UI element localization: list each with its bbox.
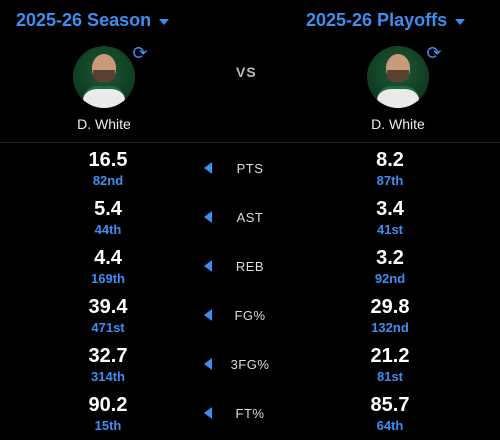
player-photo	[73, 46, 135, 108]
chevron-down-icon	[159, 18, 170, 25]
right-stat-rank: 132nd	[371, 320, 409, 335]
left-stat-value: 90.2	[88, 394, 128, 416]
refresh-icon[interactable]: ⟳	[131, 44, 149, 62]
left-stat-rank: 44th	[94, 222, 122, 237]
right-stat-value: 21.2	[370, 345, 410, 367]
stat-row-ft-pct: 90.2 15th FT% 85.7 64th	[0, 390, 500, 439]
header-divider	[0, 142, 500, 143]
left-player-name: D. White	[77, 116, 131, 132]
left-player-card[interactable]: ⟳ D. White	[34, 44, 174, 132]
caret-left-icon[interactable]	[204, 260, 212, 272]
refresh-icon[interactable]: ⟳	[425, 44, 443, 62]
right-stat-value: 29.8	[370, 296, 410, 318]
caret-left-icon[interactable]	[204, 358, 212, 370]
stat-label: FG%	[234, 308, 266, 323]
right-player-avatar[interactable]: ⟳	[357, 44, 442, 108]
stat-label: AST	[236, 210, 264, 225]
left-stat-value: 4.4	[94, 247, 122, 269]
comparison-header: 2025-26 Season 2025-26 Playoffs ⟳ D. Whi…	[0, 0, 500, 140]
stat-row-pts: 16.5 82nd PTS 8.2 87th	[0, 145, 500, 194]
right-stat-value: 8.2	[376, 149, 404, 171]
left-stat-rank: 169th	[91, 271, 125, 286]
right-stat-rank: 92nd	[374, 271, 406, 286]
stat-label: REB	[235, 259, 265, 274]
right-stat-rank: 64th	[376, 418, 404, 433]
left-season-dropdown[interactable]: 2025-26 Season	[16, 10, 170, 31]
stat-row-ast: 5.4 44th AST 3.4 41st	[0, 194, 500, 243]
caret-left-icon[interactable]	[204, 162, 212, 174]
player-photo	[367, 46, 429, 108]
right-player-card[interactable]: ⟳ D. White	[328, 44, 468, 132]
stat-label: FT%	[235, 406, 265, 421]
chevron-down-icon	[455, 18, 466, 25]
left-stat-value: 5.4	[94, 198, 122, 220]
left-stat-value: 16.5	[88, 149, 128, 171]
caret-left-icon[interactable]	[204, 407, 212, 419]
stat-label: PTS	[236, 161, 264, 176]
stat-label: 3FG%	[230, 357, 270, 372]
right-stat-value: 3.2	[376, 247, 404, 269]
left-stat-rank: 82nd	[92, 173, 124, 188]
left-stat-rank: 471st	[91, 320, 125, 335]
left-stat-value: 32.7	[88, 345, 128, 367]
left-player-avatar[interactable]: ⟳	[63, 44, 148, 108]
right-stat-rank: 87th	[376, 173, 404, 188]
left-season-label: 2025-26 Season	[16, 10, 152, 30]
caret-left-icon[interactable]	[204, 211, 212, 223]
left-stat-value: 39.4	[88, 296, 128, 318]
right-season-dropdown[interactable]: 2025-26 Playoffs	[306, 10, 466, 31]
left-stat-rank: 15th	[94, 418, 122, 433]
stat-row-3fg-pct: 32.7 314th 3FG% 21.2 81st	[0, 341, 500, 390]
vs-label: VS	[236, 64, 257, 80]
stat-row-reb: 4.4 169th REB 3.2 92nd	[0, 243, 500, 292]
stats-list: 16.5 82nd PTS 8.2 87th 5.4 44th AST 3.4 …	[0, 145, 500, 439]
left-stat-rank: 314th	[91, 369, 125, 384]
right-stat-rank: 41st	[376, 222, 404, 237]
right-stat-value: 3.4	[376, 198, 404, 220]
right-season-label: 2025-26 Playoffs	[306, 10, 448, 30]
right-stat-value: 85.7	[370, 394, 410, 416]
stat-row-fg-pct: 39.4 471st FG% 29.8 132nd	[0, 292, 500, 341]
caret-left-icon[interactable]	[204, 309, 212, 321]
right-player-name: D. White	[371, 116, 425, 132]
right-stat-rank: 81st	[376, 369, 404, 384]
